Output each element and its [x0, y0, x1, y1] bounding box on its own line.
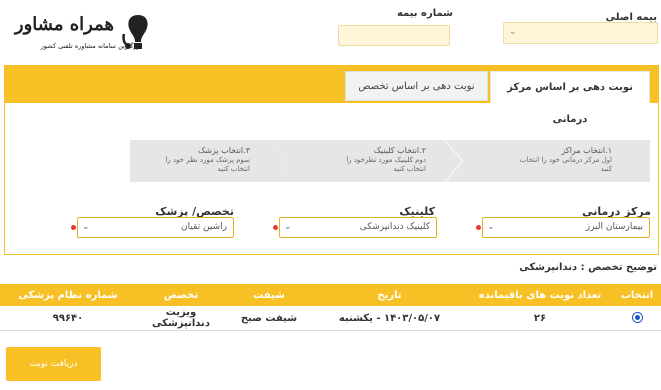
- chevron-down-icon: ⌄: [487, 222, 495, 232]
- step-2-desc: دوم کلینیک مورد نظرخود را انتخاب کنید: [346, 156, 426, 173]
- chevron-down-icon: ⌄: [509, 27, 517, 37]
- table-header-cell: تاریخ: [312, 284, 467, 306]
- table-header-cell: تعداد نوبت های باقیمانده: [467, 284, 613, 306]
- row-select-cell: [613, 306, 661, 331]
- shift-cell: شیفت صبح: [240, 312, 298, 324]
- center-select-value: بیمارستان البرز: [585, 222, 643, 232]
- step-1: ۱.انتخاب مراکز اول مرکز درمانی خود را ان…: [445, 140, 650, 182]
- get-appointment-button[interactable]: دریافت نوبت: [6, 347, 101, 381]
- center-select[interactable]: بیمارستان البرز ⌄: [482, 217, 650, 238]
- step-1-desc: اول مرکز درمانی خود را انتخاب کنید: [519, 156, 612, 173]
- chevron-down-icon: ⌄: [284, 222, 292, 232]
- step-2-title: ۲.انتخاب کلینیک: [373, 146, 426, 155]
- required-dot: [71, 225, 76, 230]
- tab-specialty[interactable]: نوبت دهی بر اساس تخصص: [345, 71, 488, 101]
- logo-tagline: بزرگترین سامانه مشاوره تلفنی کشور: [40, 42, 142, 50]
- required-dot: [476, 225, 481, 230]
- step-1-title: ۱.انتخاب مراکز: [561, 146, 612, 155]
- clinic-select[interactable]: کلینیک دندانپزشکی ⌄: [279, 217, 437, 238]
- specialty-cell: ویزیت دندانپزشکی: [152, 307, 210, 329]
- medical-code-cell: ۹۹۶۴۰: [52, 312, 84, 324]
- table-header-cell: شماره نظام پزشکی: [0, 284, 136, 306]
- get-appointment-label: دریافت نوبت: [29, 359, 78, 369]
- doctor-select[interactable]: راشین تقیان ⌄: [77, 217, 234, 238]
- table-header-cell: انتخاب: [613, 284, 661, 306]
- step-2: ۲.انتخاب کلینیک دوم کلینیک مورد نظرخود ر…: [272, 140, 462, 182]
- clinic-select-value: کلینیک دندانپزشکی: [359, 222, 430, 232]
- table-row[interactable]: ۲۶ ۱۴۰۳/۰۵/۰۷ - یکشنبه شیفت صبح ویزیت دن…: [0, 306, 661, 331]
- required-dot: [273, 225, 278, 230]
- main-insurance-select[interactable]: ⌄: [503, 22, 658, 44]
- step-3-desc: سوم پزشک مورد نظر خود را انتخاب کنید: [165, 156, 250, 173]
- specialty-note: توضیح تخصص : دندانپزشکی: [519, 262, 657, 273]
- step-3-title: ۳.انتخاب پزشک: [198, 146, 250, 155]
- insurance-number-input[interactable]: [338, 25, 450, 46]
- table-header-cell: تخصص: [136, 284, 226, 306]
- row-radio[interactable]: [631, 312, 643, 324]
- radio-dot-icon: [634, 315, 640, 321]
- logo-brand: همراه مشاور: [14, 14, 114, 35]
- logo: همراه مشاور بزرگترین سامانه مشاوره تلفنی…: [15, 12, 156, 56]
- date-cell: ۱۴۰۳/۰۵/۰۷ - یکشنبه: [338, 312, 441, 324]
- insurance-number-label: شماره بیمه: [396, 8, 453, 19]
- appointments-table: انتخاب تعداد نوبت های باقیمانده تاریخ شی…: [0, 284, 661, 331]
- tab-center[interactable]: نوبت دهی بر اساس مرکز درمانی: [490, 71, 650, 125]
- table-header-cell: شیفت: [226, 284, 312, 306]
- table-header: انتخاب تعداد نوبت های باقیمانده تاریخ شی…: [0, 284, 661, 306]
- chevron-down-icon: ⌄: [82, 222, 90, 232]
- tab-specialty-label: نوبت دهی بر اساس تخصص: [358, 81, 475, 92]
- remaining-cell: ۲۶: [533, 312, 547, 324]
- step-3: ۳.انتخاب پزشک سوم پزشک مورد نظر خود را ا…: [130, 140, 290, 182]
- doctor-select-value: راشین تقیان: [181, 222, 227, 232]
